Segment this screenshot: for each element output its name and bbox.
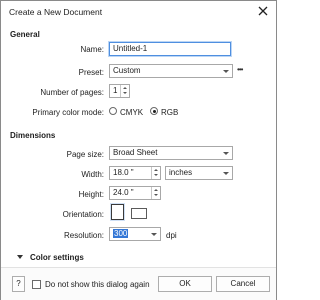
preset-more-button[interactable]: ••• — [237, 65, 243, 74]
pages-stepper[interactable]: 1 — [109, 84, 130, 98]
general-heading: General — [10, 30, 40, 39]
stepper-arrows-icon[interactable] — [120, 85, 129, 97]
landscape-icon[interactable] — [131, 208, 147, 219]
rgb-label: RGB — [161, 108, 179, 117]
dialog-title: Create a New Document — [9, 7, 103, 17]
preset-value: Custom — [113, 66, 141, 75]
width-label: Width: — [81, 170, 104, 179]
ok-button[interactable]: OK — [158, 276, 212, 292]
dont-show-checkbox[interactable] — [32, 280, 41, 289]
height-value: 24.0 " — [113, 188, 134, 197]
pages-label: Number of pages: — [40, 88, 104, 97]
close-icon[interactable] — [256, 4, 270, 18]
chevron-down-icon — [223, 172, 229, 175]
pages-value: 1 — [113, 86, 118, 95]
chevron-down-icon — [223, 152, 229, 155]
preset-select[interactable]: Custom — [109, 64, 233, 78]
chevron-down-icon — [223, 70, 229, 73]
orientation-label: Orientation: — [62, 210, 104, 219]
units-select[interactable]: inches — [165, 166, 233, 180]
expand-arrow-icon[interactable] — [17, 255, 23, 259]
title-bar: Create a New Document — [1, 1, 276, 23]
dialog-footer: ? Do not show this dialog again OK Cance… — [1, 267, 276, 300]
help-button[interactable]: ? — [12, 276, 25, 292]
name-input[interactable]: Untitled-1 — [109, 42, 231, 56]
new-document-dialog: Create a New Document General Name: Unti… — [0, 0, 277, 300]
page-size-select[interactable]: Broad Sheet — [109, 146, 233, 160]
cancel-button[interactable]: Cancel — [216, 276, 270, 292]
name-label: Name: — [80, 45, 104, 54]
height-stepper[interactable]: 24.0 " — [109, 186, 161, 200]
resolution-select[interactable]: 300 — [109, 227, 161, 241]
stepper-arrows-icon[interactable] — [151, 187, 160, 199]
resolution-unit: dpi — [166, 231, 177, 240]
dimensions-heading: Dimensions — [10, 131, 56, 140]
stepper-arrows-icon[interactable] — [151, 167, 160, 179]
width-value: 18.0 " — [113, 168, 134, 177]
units-value: inches — [169, 168, 193, 177]
preset-label: Preset: — [78, 68, 104, 77]
color-mode-label: Primary color mode: — [32, 108, 104, 117]
radio-rgb[interactable] — [150, 107, 158, 115]
color-settings-toggle[interactable]: Color settings — [30, 253, 84, 262]
cmyk-label: CMYK — [120, 108, 144, 117]
resolution-label: Resolution: — [63, 231, 104, 240]
radio-cmyk[interactable] — [109, 107, 117, 115]
page-size-label: Page size: — [66, 150, 104, 159]
name-value: Untitled-1 — [113, 44, 148, 53]
height-label: Height: — [78, 190, 104, 199]
dont-show-label: Do not show this dialog again — [45, 280, 150, 289]
portrait-icon[interactable] — [111, 204, 124, 220]
width-stepper[interactable]: 18.0 " — [109, 166, 161, 180]
resolution-value: 300 — [113, 229, 129, 238]
page-size-value: Broad Sheet — [113, 148, 158, 157]
chevron-down-icon — [151, 233, 157, 236]
